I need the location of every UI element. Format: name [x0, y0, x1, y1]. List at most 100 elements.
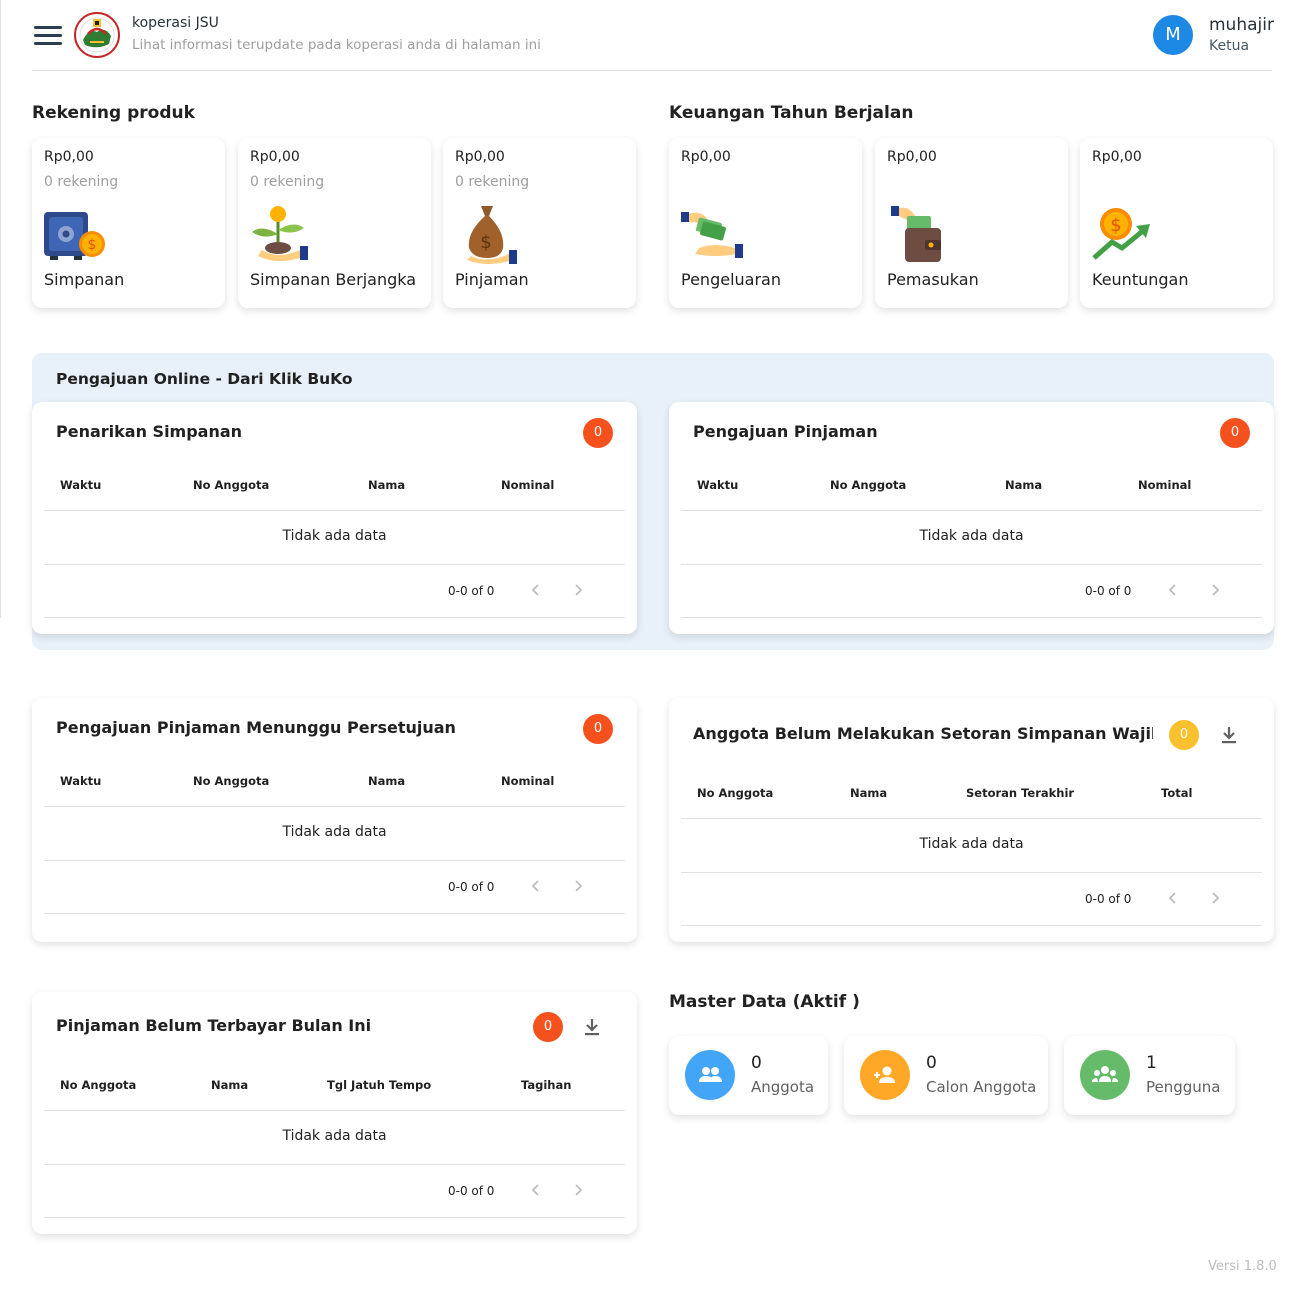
chevron-left-icon[interactable] — [526, 580, 546, 600]
card-amount: Rp0,00 — [681, 149, 731, 165]
top-header: koperasi JSU Lihat informasi terupdate p… — [32, 0, 1274, 71]
count-badge: 0 — [1169, 720, 1199, 750]
column-header[interactable]: No Anggota — [193, 478, 269, 492]
divider — [44, 1164, 625, 1165]
column-header[interactable]: Waktu — [697, 478, 738, 492]
column-header[interactable]: Nama — [850, 786, 887, 800]
chevron-right-icon[interactable] — [1205, 888, 1225, 908]
divider — [681, 872, 1262, 873]
count-badge: 0 — [583, 714, 613, 744]
master-label: Anggota — [751, 1078, 815, 1096]
empty-message: Tidak ada data — [282, 824, 387, 840]
keuangan-title: Keuangan Tahun Berjalan — [669, 103, 914, 123]
column-header[interactable]: Tagihan — [521, 1078, 571, 1092]
divider — [681, 925, 1262, 926]
column-header[interactable]: Tgl Jatuh Tempo — [327, 1078, 431, 1092]
card-label: Pengeluaran — [681, 270, 781, 289]
divider — [681, 564, 1262, 565]
chevron-left-icon[interactable] — [526, 1180, 546, 1200]
column-header[interactable]: Waktu — [60, 774, 101, 788]
column-header[interactable]: Nama — [368, 774, 405, 788]
belum-terbayar-card: Pinjaman Belum Terbayar Bulan Ini 0 No A… — [32, 992, 637, 1234]
card-title: Penarikan Simpanan — [56, 422, 243, 441]
card-label: Simpanan Berjangka — [250, 270, 417, 289]
divider — [44, 860, 625, 861]
column-header[interactable]: No Anggota — [193, 774, 269, 788]
empty-message: Tidak ada data — [919, 836, 1024, 852]
version-label: Versi 1.8.0 — [1208, 1259, 1277, 1274]
online-panel-title: Pengajuan Online - Dari Klik BuKo — [56, 370, 353, 388]
chevron-right-icon[interactable] — [1205, 580, 1225, 600]
card-pengeluaran[interactable]: Rp0,00 Pengeluaran — [669, 138, 862, 308]
column-header[interactable]: Nama — [1005, 478, 1042, 492]
card-simpanan-berjangka[interactable]: Rp0,00 0 rekening Simpanan Berjangka — [238, 138, 431, 308]
card-label: Pemasukan — [887, 270, 979, 289]
empty-message: Tidak ada data — [282, 528, 387, 544]
column-header[interactable]: No Anggota — [830, 478, 906, 492]
pengajuan-pinjaman-card: Pengajuan Pinjaman 0 Waktu No Anggota Na… — [669, 402, 1274, 634]
column-header[interactable]: Total — [1161, 786, 1192, 800]
empty-message: Tidak ada data — [919, 528, 1024, 544]
count-badge: 0 — [583, 418, 613, 448]
pagination-info: 0-0 of 0 — [448, 1184, 495, 1198]
divider — [681, 617, 1262, 618]
master-pengguna-card[interactable]: 1 Pengguna — [1064, 1036, 1235, 1115]
download-icon[interactable] — [581, 1016, 603, 1038]
hamburger-menu-icon[interactable] — [34, 24, 62, 46]
money-bag-icon: $ — [467, 206, 517, 264]
column-header[interactable]: Nominal — [501, 774, 554, 788]
chevron-left-icon[interactable] — [1163, 888, 1183, 908]
card-title: Pinjaman Belum Terbayar Bulan Ini — [56, 1016, 372, 1035]
column-header[interactable]: Waktu — [60, 478, 101, 492]
divider — [44, 617, 625, 618]
master-label: Pengguna — [1146, 1078, 1221, 1096]
card-pemasukan[interactable]: Rp0,00 Pemasukan — [875, 138, 1068, 308]
divider — [44, 1217, 625, 1218]
svg-text:$: $ — [1110, 215, 1121, 236]
card-label: Simpanan — [44, 270, 125, 289]
chevron-right-icon[interactable] — [568, 580, 588, 600]
column-header[interactable]: No Anggota — [60, 1078, 136, 1092]
hand-cash-icon — [681, 212, 743, 258]
left-border — [0, 0, 1, 618]
master-calon-anggota-card[interactable]: 0 Calon Anggota — [844, 1036, 1048, 1115]
master-label: Calon Anggota — [926, 1078, 1037, 1096]
column-header[interactable]: Nama — [368, 478, 405, 492]
koperasi-logo — [74, 12, 120, 58]
column-header[interactable]: Nominal — [1138, 478, 1191, 492]
group-icon — [685, 1050, 735, 1100]
empty-message: Tidak ada data — [282, 1128, 387, 1144]
column-header[interactable]: No Anggota — [697, 786, 773, 800]
card-title: Pengajuan Pinjaman Menunggu Persetujuan — [56, 718, 456, 737]
card-keuntungan[interactable]: Rp0,00 $ Keuntungan — [1080, 138, 1273, 308]
master-value: 1 — [1146, 1053, 1157, 1073]
column-header[interactable]: Nominal — [501, 478, 554, 492]
card-pinjaman[interactable]: Rp0,00 0 rekening $ Pinjaman — [443, 138, 636, 308]
chevron-left-icon[interactable] — [1163, 580, 1183, 600]
card-amount: Rp0,00 — [250, 149, 300, 165]
penarikan-simpanan-card: Penarikan Simpanan 0 Waktu No Anggota Na… — [32, 402, 637, 634]
card-count: 0 rekening — [455, 174, 530, 190]
chevron-right-icon[interactable] — [568, 876, 588, 896]
count-badge: 0 — [533, 1012, 563, 1042]
divider — [681, 818, 1262, 819]
card-count: 0 rekening — [250, 174, 325, 190]
divider — [681, 510, 1262, 511]
chevron-left-icon[interactable] — [526, 876, 546, 896]
chevron-right-icon[interactable] — [568, 1180, 588, 1200]
user-avatar[interactable]: M — [1153, 15, 1193, 55]
rekening-title: Rekening produk — [32, 103, 195, 123]
card-simpanan[interactable]: Rp0,00 0 rekening $ Simpanan — [32, 138, 225, 308]
pagination-info: 0-0 of 0 — [448, 584, 495, 598]
pagination-info: 0-0 of 0 — [1085, 892, 1132, 906]
card-title: Pengajuan Pinjaman — [693, 422, 878, 441]
download-icon[interactable] — [1218, 724, 1240, 746]
pagination-info: 0-0 of 0 — [448, 880, 495, 894]
divider — [44, 806, 625, 807]
column-header[interactable]: Setoran Terakhir — [966, 786, 1074, 800]
card-amount: Rp0,00 — [44, 149, 94, 165]
column-header[interactable]: Nama — [211, 1078, 248, 1092]
user-name[interactable]: muhajir — [1209, 15, 1274, 35]
master-value: 0 — [751, 1053, 762, 1073]
master-anggota-card[interactable]: 0 Anggota — [669, 1036, 828, 1115]
